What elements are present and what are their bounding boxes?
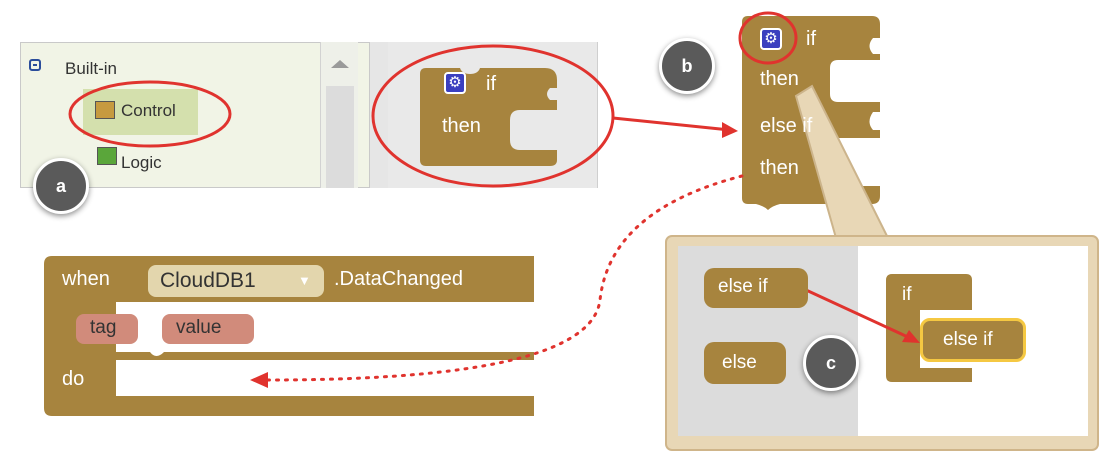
arrow-head xyxy=(722,122,738,138)
mutator-if-label: if xyxy=(902,284,912,305)
badge-b: b xyxy=(659,38,715,94)
mutator-else-block[interactable]: else xyxy=(704,342,786,384)
if-block[interactable] xyxy=(420,68,557,166)
badge-a: a xyxy=(33,158,89,214)
highlight-control-ellipse xyxy=(68,80,232,148)
mutator-else-if-block[interactable]: else if xyxy=(704,268,808,308)
dropped-else-if-block[interactable]: else if xyxy=(920,318,1026,362)
badge-c: c xyxy=(803,335,859,391)
expanded-if-block[interactable] xyxy=(742,16,880,204)
event-block[interactable] xyxy=(44,256,534,416)
